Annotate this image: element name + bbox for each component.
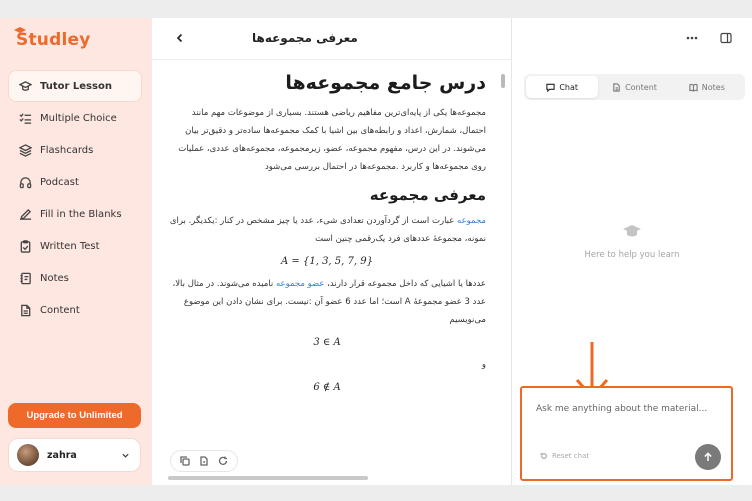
graduation-cap-icon [623, 225, 641, 237]
file-icon[interactable] [199, 456, 209, 466]
scrollbar-thumb[interactable] [501, 74, 505, 88]
tab-label: Notes [701, 82, 725, 92]
lesson-paragraph: و [481, 360, 486, 370]
panel-tabs: Chat Content Notes [524, 74, 745, 100]
chevron-down-icon [122, 453, 129, 458]
send-button[interactable] [695, 444, 721, 470]
app-logo[interactable]: Studley [16, 30, 90, 50]
sidebar-item-flashcards[interactable]: Flashcards [8, 134, 142, 166]
lesson-paragraph: مجموعه‌ها یکی از پایه‌ای‌ترین مفاهیم ریا… [178, 108, 486, 172]
copy-icon[interactable] [180, 456, 190, 466]
lesson-panel: معرفی مجموعه‌ها درس جامع مجموعه‌ها مجموع… [152, 18, 512, 485]
panel-actions [686, 32, 732, 44]
document-icon [18, 303, 32, 317]
chevron-left-icon[interactable] [174, 32, 186, 44]
avatar [17, 444, 39, 466]
sidebar-item-label: Content [40, 304, 80, 316]
reset-icon [540, 452, 547, 459]
chat-composer: Reset chat [520, 386, 733, 481]
math-formula: A = {1, 3, 5, 7, 9} [281, 256, 373, 267]
sidebar-item-label: Tutor Lesson [40, 80, 112, 92]
sidebar-item-label: Notes [40, 272, 69, 284]
lesson-paragraph: مجموعه عبارت است از گردآوردن تعدادی شیء،… [168, 212, 486, 248]
math-formula: 3 ∈ A [313, 337, 341, 348]
notebook-icon [18, 271, 32, 285]
sidebar-item-content[interactable]: Content [8, 294, 142, 326]
chat-icon [546, 83, 555, 92]
paragraph-text: عبارت است از گردآوردن تعدادی شیء، عدد یا… [169, 216, 486, 244]
checklist-icon [18, 111, 32, 125]
horizontal-scrollbar[interactable] [168, 476, 368, 480]
math-formula: 6 ∉ A [313, 382, 341, 393]
term-link[interactable]: عضو مجموعه [276, 279, 325, 289]
refresh-icon[interactable] [218, 456, 228, 466]
sidebar-item-written-test[interactable]: Written Test [8, 230, 142, 262]
headphones-icon [18, 175, 32, 189]
tab-content[interactable]: Content [598, 76, 670, 98]
clipboard-check-icon [18, 239, 32, 253]
sidebar-item-fill-in-the-blanks[interactable]: Fill in the Blanks [8, 198, 142, 230]
lesson-heading: درس جامع مجموعه‌ها [285, 72, 486, 94]
term-link[interactable]: مجموعه [457, 216, 486, 226]
pencil-icon [18, 207, 32, 221]
more-icon[interactable] [686, 36, 698, 40]
sidebar-item-notes[interactable]: Notes [8, 262, 142, 294]
book-icon [689, 83, 698, 92]
sidebar-item-label: Multiple Choice [40, 112, 117, 124]
sidebar-toggle-icon[interactable] [720, 32, 732, 44]
document-icon [613, 82, 620, 92]
reset-chat-button[interactable]: Reset chat [540, 452, 589, 460]
arrow-up-icon [704, 452, 712, 461]
sidebar-item-tutor-lesson[interactable]: Tutor Lesson [8, 70, 142, 102]
document-toolbar [170, 450, 238, 472]
user-name: zahra [47, 449, 77, 461]
empty-state-text: Here to help you learn [584, 250, 680, 260]
tab-chat[interactable]: Chat [526, 76, 599, 98]
user-menu[interactable]: zahra [8, 438, 141, 472]
chat-input[interactable] [536, 404, 721, 414]
reset-label: Reset chat [552, 452, 590, 460]
lesson-header: معرفی مجموعه‌ها [152, 18, 512, 60]
tab-label: Content [625, 82, 657, 92]
page-title: معرفی مجموعه‌ها [252, 31, 358, 45]
section-heading: معرفی مجموعه [369, 186, 486, 204]
sidebar-item-label: Flashcards [40, 144, 94, 156]
chat-empty-state: Here to help you learn [512, 223, 752, 260]
upgrade-button[interactable]: Upgrade to Unlimited [8, 403, 141, 428]
lesson-paragraph: عددها یا اشیایی که داخل مجموعه قرار دارن… [168, 275, 486, 329]
layers-icon [18, 143, 32, 157]
app-window: Studley Tutor Lesson Multiple Choice Fla… [0, 18, 752, 485]
sidebar-item-podcast[interactable]: Podcast [8, 166, 142, 198]
sidebar-nav: Tutor Lesson Multiple Choice Flashcards … [8, 70, 142, 326]
sidebar-item-label: Written Test [40, 240, 100, 252]
sidebar-item-label: Fill in the Blanks [40, 208, 122, 220]
tab-label: Chat [559, 82, 579, 92]
lesson-document: درس جامع مجموعه‌ها مجموعه‌ها یکی از پایه… [168, 68, 486, 478]
paragraph-text: عددها یا اشیایی که داخل مجموعه قرار دارن… [324, 279, 486, 289]
graduation-cap-icon [18, 79, 32, 93]
tab-notes[interactable]: Notes [671, 76, 743, 98]
sidebar-item-multiple-choice[interactable]: Multiple Choice [8, 102, 142, 134]
sidebar: Studley Tutor Lesson Multiple Choice Fla… [0, 18, 152, 485]
sidebar-item-label: Podcast [40, 176, 79, 188]
